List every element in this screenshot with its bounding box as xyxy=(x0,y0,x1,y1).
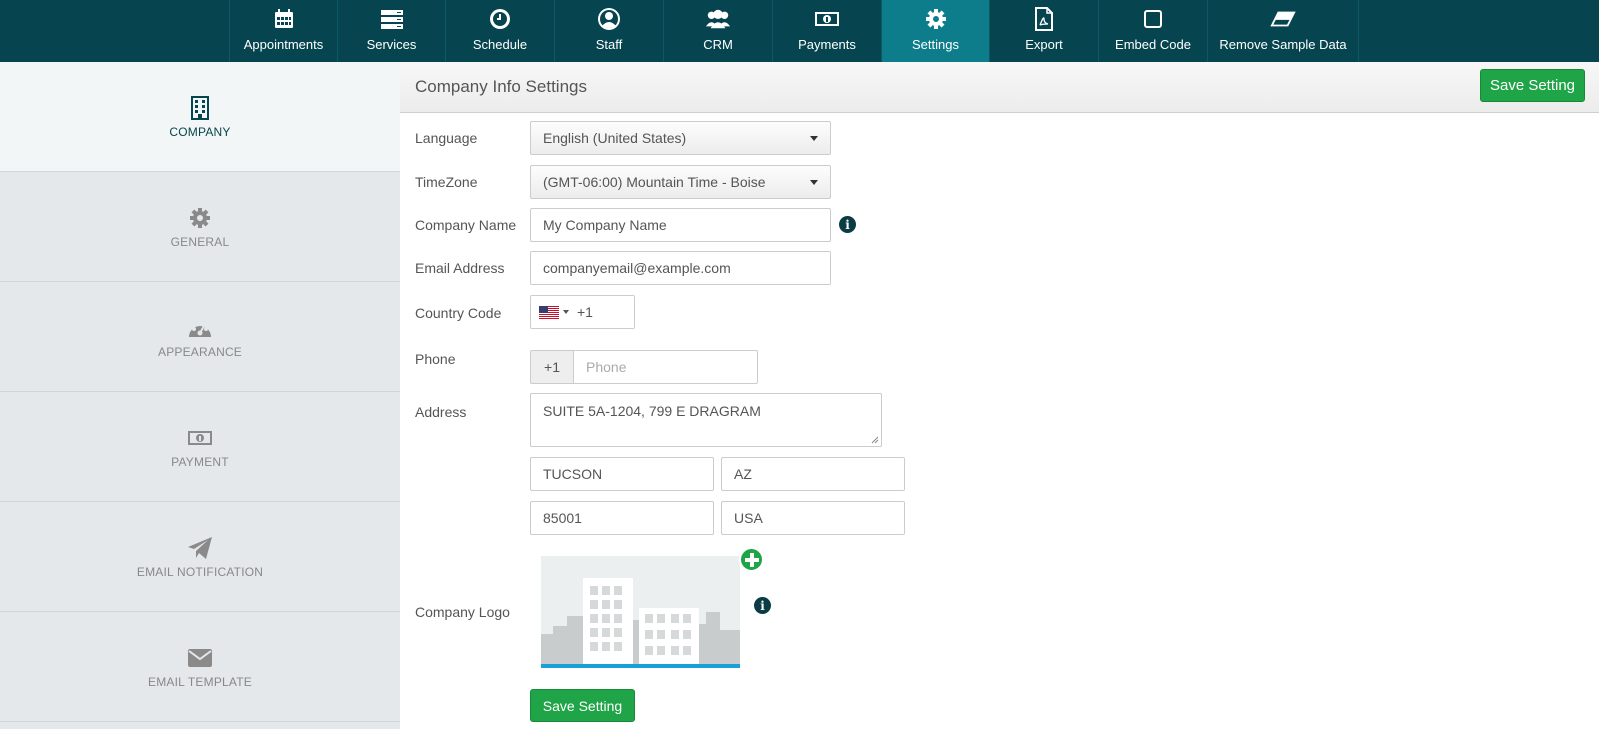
plus-icon xyxy=(744,552,759,567)
nav-label: Export xyxy=(1025,37,1063,52)
address-label: Address xyxy=(415,404,467,420)
company-name-value: My Company Name xyxy=(543,217,667,233)
state-value: AZ xyxy=(734,466,752,482)
chevron-down-icon xyxy=(563,310,569,314)
nav-label: Staff xyxy=(595,37,623,52)
timezone-label: TimeZone xyxy=(415,174,478,190)
company-name-label: Company Name xyxy=(415,217,517,233)
nav-item-staff[interactable]: Staff xyxy=(554,0,663,62)
envelope-icon xyxy=(187,645,213,671)
money-icon xyxy=(187,425,213,451)
nav-item-remove-sample-data[interactable]: Remove Sample Data xyxy=(1207,0,1359,62)
paper-plane-icon xyxy=(187,535,213,561)
chevron-down-icon xyxy=(810,180,818,185)
nav-item-export[interactable]: Export xyxy=(989,0,1098,62)
language-value: English (United States) xyxy=(543,130,687,146)
sidebar-item-label: PAYMENT xyxy=(171,454,229,469)
nav-label: Payments xyxy=(798,37,856,52)
phone-input[interactable]: Phone xyxy=(573,350,758,384)
palette-icon xyxy=(187,315,213,341)
users-icon xyxy=(705,6,731,32)
sidebar-item-general[interactable]: GENERAL xyxy=(0,172,400,282)
us-flag-icon xyxy=(539,305,559,319)
language-select[interactable]: English (United States) xyxy=(530,121,831,155)
sidebar-item-appearance[interactable]: APPEARANCE xyxy=(0,282,400,392)
city-buildings-icon xyxy=(541,556,740,664)
save-setting-button-bottom[interactable]: Save Setting xyxy=(530,689,635,722)
list-icon xyxy=(379,6,405,32)
nav-label: Appointments xyxy=(243,37,324,52)
city-value: TUCSON xyxy=(543,466,603,482)
top-nav: Appointments Services Schedule Staff CRM xyxy=(0,0,1599,62)
nav-item-schedule[interactable]: Schedule xyxy=(445,0,554,62)
calendar-icon xyxy=(271,6,297,32)
sidebar-item-label: EMAIL NOTIFICATION xyxy=(136,564,264,579)
state-input[interactable]: AZ xyxy=(721,457,905,491)
timezone-select[interactable]: (GMT-06:00) Mountain Time - Boise xyxy=(530,165,831,199)
street-address-value: SUITE 5A-1204, 799 E DRAGRAM xyxy=(543,403,761,419)
nav-item-appointments[interactable]: Appointments xyxy=(229,0,337,62)
sidebar-item-payment[interactable]: PAYMENT xyxy=(0,392,400,502)
clock-icon xyxy=(487,6,513,32)
nav-item-crm[interactable]: CRM xyxy=(663,0,772,62)
nav-label: Schedule xyxy=(472,37,528,52)
pdf-icon xyxy=(1031,6,1057,32)
street-address-textarea[interactable]: SUITE 5A-1204, 799 E DRAGRAM xyxy=(530,393,882,447)
user-icon xyxy=(596,6,622,32)
sidebar-item-email-template[interactable]: EMAIL TEMPLATE xyxy=(0,612,400,722)
settings-main: Company Info Settings Save Setting Langu… xyxy=(400,62,1599,729)
sidebar-item-label: APPEARANCE xyxy=(157,344,243,359)
language-label: Language xyxy=(415,130,478,146)
save-setting-button-top[interactable]: Save Setting xyxy=(1480,69,1585,102)
country-code-value: +1 xyxy=(577,304,593,320)
nav-label: Remove Sample Data xyxy=(1219,37,1347,52)
nav-label: Embed Code xyxy=(1115,37,1191,52)
company-logo-placeholder[interactable] xyxy=(541,556,740,668)
company-name-input[interactable]: My Company Name xyxy=(530,208,831,242)
country-code-label: Country Code xyxy=(415,305,502,321)
email-value: companyemail@example.com xyxy=(543,260,731,276)
email-input[interactable]: companyemail@example.com xyxy=(530,251,831,285)
email-label: Email Address xyxy=(415,260,505,276)
country-input[interactable]: USA xyxy=(721,501,905,535)
settings-sidebar: COMPANY GENERAL APPEARANCE PAYMENT EMAIL… xyxy=(0,62,400,729)
country-code-select[interactable]: +1 xyxy=(530,295,635,329)
money-icon xyxy=(814,6,840,32)
phone-label: Phone xyxy=(415,351,456,367)
eraser-icon xyxy=(1270,6,1296,32)
nav-item-services[interactable]: Services xyxy=(337,0,445,62)
gear-icon xyxy=(923,6,949,32)
company-logo-info-icon[interactable]: i xyxy=(754,597,771,614)
sidebar-item-company[interactable]: COMPANY xyxy=(0,62,400,172)
sidebar-item-label: GENERAL xyxy=(170,234,230,249)
building-icon xyxy=(187,95,213,121)
timezone-value: (GMT-06:00) Mountain Time - Boise xyxy=(543,174,766,190)
phone-prefix: +1 xyxy=(530,350,573,384)
nav-item-embed-code[interactable]: Embed Code xyxy=(1098,0,1207,62)
resize-handle-icon[interactable] xyxy=(871,436,879,444)
page-title: Company Info Settings xyxy=(415,77,587,96)
sidebar-item-label: EMAIL TEMPLATE xyxy=(148,674,252,689)
top-nav-items: Appointments Services Schedule Staff CRM xyxy=(229,0,1359,62)
nav-item-settings[interactable]: Settings xyxy=(881,0,989,62)
zip-input[interactable]: 85001 xyxy=(530,501,714,535)
phone-placeholder: Phone xyxy=(586,359,627,375)
zip-value: 85001 xyxy=(543,510,582,526)
country-value: USA xyxy=(734,510,763,526)
nav-label: Services xyxy=(366,37,417,52)
gear-icon xyxy=(187,205,213,231)
company-name-info-icon[interactable]: i xyxy=(839,216,856,233)
sidebar-item-email-notification[interactable]: EMAIL NOTIFICATION xyxy=(0,502,400,612)
company-logo-label: Company Logo xyxy=(415,604,510,620)
nav-label: CRM xyxy=(703,37,733,52)
sidebar-item-label: COMPANY xyxy=(169,124,231,139)
nav-item-payments[interactable]: Payments xyxy=(772,0,881,62)
panel-header: Company Info Settings Save Setting xyxy=(400,62,1599,113)
chevron-down-icon xyxy=(810,136,818,141)
square-icon xyxy=(1140,6,1166,32)
city-input[interactable]: TUCSON xyxy=(530,457,714,491)
add-logo-button[interactable] xyxy=(739,547,764,572)
nav-label: Settings xyxy=(912,37,959,52)
